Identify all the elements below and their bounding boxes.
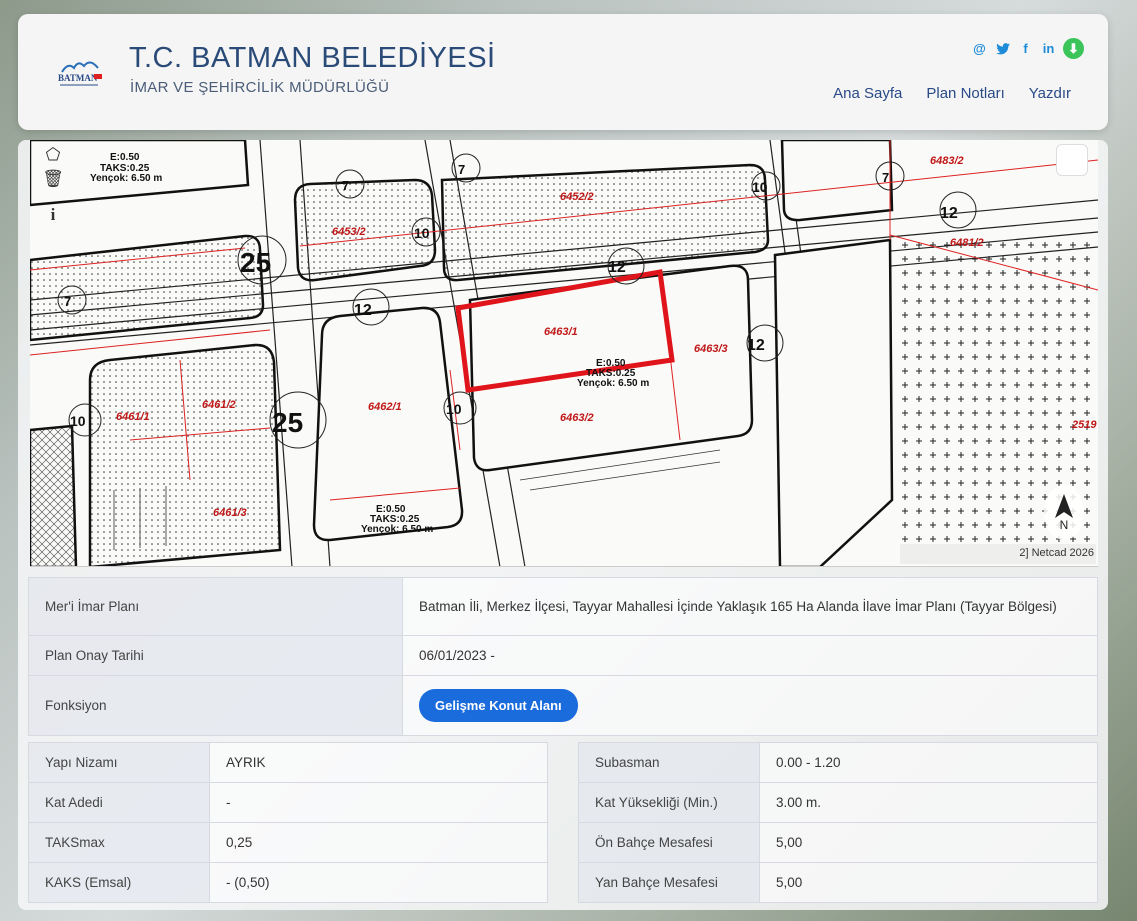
cell-value: 06/01/2023 -	[402, 635, 1098, 676]
table-row: Kat Adedi -	[28, 782, 548, 823]
road-width: 7	[64, 294, 71, 309]
parcel-label: 6463/1	[544, 326, 578, 338]
cell-value: 0.00 - 1.20	[759, 742, 1098, 783]
table-row: KAKS (Emsal) - (0,50)	[28, 862, 548, 903]
cell-key: Kat Yüksekliği (Min.)	[578, 782, 760, 823]
road-width: 12	[608, 259, 626, 276]
cell-value: 5,00	[759, 862, 1098, 903]
table-row: Kat Yüksekliği (Min.) 3.00 m.	[578, 782, 1098, 823]
cell-key: Kat Adedi	[28, 782, 210, 823]
page-subtitle: İMAR VE ŞEHİRCİLİK MÜDÜRLÜĞÜ	[130, 79, 390, 96]
cell-key: Yan Bahçe Mesafesi	[578, 862, 760, 903]
road-width: 10	[414, 225, 430, 241]
table-row: Subasman 0.00 - 1.20	[578, 742, 1098, 783]
parcel-label: 6452/2	[560, 191, 594, 203]
table-row: Plan Onay Tarihi 06/01/2023 -	[28, 635, 1098, 676]
facebook-icon[interactable]: f	[1017, 40, 1034, 57]
cell-value: 3.00 m.	[759, 782, 1098, 823]
zoning-note: Yençok: 6.50 m	[361, 524, 433, 535]
cell-value: 0,25	[209, 822, 548, 863]
road-width: 10	[446, 401, 462, 417]
municipality-logo[interactable]: BATMAN	[54, 54, 106, 92]
table-row: Ön Bahçe Mesafesi 5,00	[578, 822, 1098, 863]
parcel-label: 6453/2	[332, 226, 366, 238]
plan-info-table: Mer'i İmar Planı Batman İli, Merkez İlçe…	[28, 577, 1098, 736]
parcel-label: 2519	[1071, 419, 1097, 431]
page-title: T.C. BATMAN BELEDİYESİ	[129, 42, 496, 74]
road-width: 12	[354, 302, 372, 319]
zoning-note: E:0.50	[110, 152, 140, 163]
cell-key: Mer'i İmar Planı	[28, 577, 403, 636]
parcel-label: 6483/2	[930, 155, 964, 167]
cell-value: AYRIK	[209, 742, 548, 783]
cell-key: Ön Bahçe Mesafesi	[578, 822, 760, 863]
table-row: TAKSmax 0,25	[28, 822, 548, 863]
table-row: Mer'i İmar Planı Batman İli, Merkez İlçe…	[28, 577, 1098, 636]
zoning-note: Yençok: 6.50 m	[577, 378, 649, 389]
cell-key: Plan Onay Tarihi	[28, 635, 403, 676]
map-layer-button[interactable]	[1056, 144, 1088, 176]
compass-label: N	[1059, 517, 1069, 532]
road-width: 12	[940, 205, 958, 222]
road-width: 10	[70, 413, 86, 429]
table-row: Yan Bahçe Mesafesi 5,00	[578, 862, 1098, 903]
zoning-map[interactable]: 6463/1 6463/2 6463/3 6462/1 6453/2 6452/…	[30, 140, 1098, 567]
cell-key: Yapı Nizamı	[28, 742, 210, 783]
road-width: 7	[458, 162, 465, 177]
road-width: 7	[882, 170, 889, 185]
parcel-label: 6463/3	[694, 343, 728, 355]
twitter-icon[interactable]	[994, 40, 1011, 57]
nav-home[interactable]: Ana Sayfa	[833, 85, 902, 102]
building-rules-left: Yapı Nizamı AYRIK Kat Adedi - TAKSmax 0,25 …	[28, 742, 548, 903]
site-header: BATMAN T.C. BATMAN BELEDİYESİ İMAR VE ŞE…	[18, 14, 1108, 130]
nav-plan-notes[interactable]: Plan Notları	[926, 85, 1004, 102]
building-rules-right: Subasman 0.00 - 1.20 Kat Yüksekliği (Min.…	[578, 742, 1098, 903]
info-icon[interactable]: i	[38, 200, 68, 230]
parcel-label: 6462/1	[368, 401, 402, 413]
cell-value: Gelişme Konut Alanı	[402, 675, 1098, 736]
road-width: 7	[342, 178, 349, 193]
cell-key: KAKS (Emsal)	[28, 862, 210, 903]
cell-value: -	[209, 782, 548, 823]
nav-print[interactable]: Yazdır	[1029, 85, 1071, 102]
cell-key: TAKSmax	[28, 822, 210, 863]
parcel-label: 6463/2	[560, 412, 594, 424]
download-icon[interactable]: ⬇	[1063, 38, 1084, 59]
north-arrow-icon	[1055, 493, 1073, 518]
cell-value: 5,00	[759, 822, 1098, 863]
cell-key: Fonksiyon	[28, 675, 403, 736]
social-links: @ f in ⬇	[971, 38, 1084, 59]
zoning-note: Yençok: 6.50 m	[90, 173, 162, 184]
road-width: 12	[747, 337, 765, 354]
road-width: 25	[240, 247, 271, 278]
table-row: Fonksiyon Gelişme Konut Alanı	[28, 675, 1098, 736]
north-arrow: N	[1044, 485, 1084, 540]
parcel-label: 6461/2	[202, 399, 236, 411]
function-badge[interactable]: Gelişme Konut Alanı	[419, 689, 578, 722]
cell-key: Subasman	[578, 742, 760, 783]
parcel-label: 6461/3	[213, 507, 247, 519]
road-width: 25	[272, 407, 303, 438]
email-icon[interactable]: @	[971, 40, 988, 57]
map-attribution: 2] Netcad 2026	[900, 544, 1096, 564]
svg-text:BATMAN: BATMAN	[58, 73, 98, 83]
parcel-label: 6461/1	[116, 411, 150, 423]
top-nav: Ana Sayfa Plan Notları Yazdır	[833, 85, 1071, 102]
parcel-label: 6481/2	[950, 237, 984, 249]
trash-icon[interactable]: 🗑	[38, 164, 68, 194]
table-row: Yapı Nizamı AYRIK	[28, 742, 548, 783]
cell-value: Batman İli, Merkez İlçesi, Tayyar Mahall…	[402, 577, 1098, 636]
linkedin-icon[interactable]: in	[1040, 40, 1057, 57]
road-width: 10	[752, 179, 768, 195]
cell-value: - (0,50)	[209, 862, 548, 903]
